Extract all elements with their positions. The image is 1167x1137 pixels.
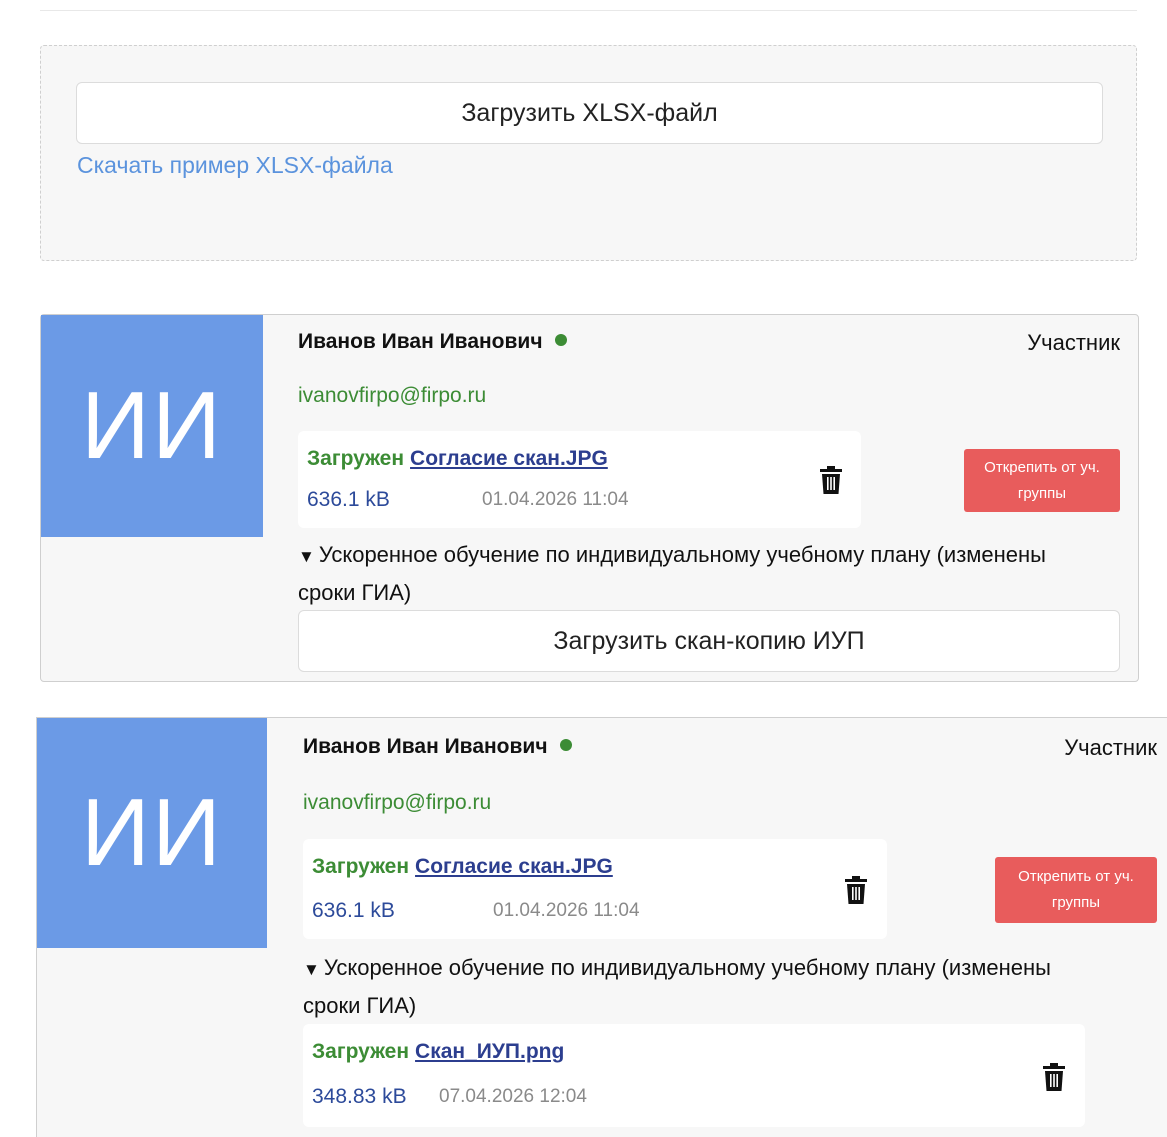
file-status: Загружен	[307, 447, 405, 470]
program-title-text: Ускоренное обучение по индивидуальному у…	[303, 955, 1051, 1018]
participant-name: Иванов Иван Иванович	[298, 330, 543, 353]
participant-name-row: Иванов Иван Иванович	[298, 330, 567, 354]
top-divider	[40, 10, 1137, 11]
avatar: ИИ	[37, 718, 267, 948]
program-title-text: Ускоренное обучение по индивидуальному у…	[298, 542, 1046, 605]
detach-button[interactable]: Открепить от уч. группы	[995, 857, 1157, 923]
participant-name-row: Иванов Иван Иванович	[303, 735, 572, 759]
trash-icon[interactable]	[820, 466, 842, 494]
file-size: 636.1 kB	[312, 899, 395, 922]
online-status-icon	[559, 739, 572, 752]
file-date: 01.04.2026 11:04	[493, 900, 640, 921]
consent-file-link[interactable]: Согласие скан.JPG	[410, 447, 608, 470]
program-title[interactable]: ▼ Ускоренное обучение по индивидуальному …	[298, 537, 1078, 611]
trash-icon[interactable]	[1043, 1063, 1065, 1091]
file-status-row: Загружен Согласие скан.JPG	[312, 855, 613, 879]
participant-email: ivanovfirpo@firpo.ru	[303, 791, 492, 814]
file-size: 348.83 kB	[312, 1085, 407, 1108]
file-size: 636.1 kB	[307, 488, 390, 511]
participant-role: Участник	[1027, 330, 1120, 355]
trash-icon[interactable]	[845, 876, 867, 904]
file-status-row: Загружен Скан_ИУП.png	[312, 1040, 564, 1064]
participant-email: ivanovfirpo@firpo.ru	[298, 384, 487, 407]
iup-file-link[interactable]: Скан_ИУП.png	[415, 1040, 564, 1063]
file-status-row: Загружен Согласие скан.JPG	[307, 447, 608, 471]
file-date: 07.04.2026 12:04	[439, 1086, 587, 1107]
upload-xlsx-button[interactable]: Загрузить XLSX-файл	[76, 82, 1103, 144]
file-status: Загружен	[312, 1040, 410, 1063]
file-date: 01.04.2026 11:04	[482, 489, 629, 510]
participant-role: Участник	[1064, 735, 1157, 760]
program-title[interactable]: ▼ Ускоренное обучение по индивидуальному …	[303, 950, 1093, 1024]
file-status: Загружен	[312, 855, 410, 878]
download-example-link[interactable]: Скачать пример XLSX-файла	[77, 152, 393, 179]
avatar: ИИ	[41, 315, 263, 537]
upload-iup-button[interactable]: Загрузить скан-копию ИУП	[298, 610, 1120, 672]
consent-file-item: Загружен Согласие скан.JPG 636.1 kB 01.04…	[303, 839, 887, 939]
participant-name: Иванов Иван Иванович	[303, 735, 548, 758]
online-status-icon	[554, 334, 567, 347]
caret-down-icon: ▼	[298, 547, 315, 566]
consent-file-item: Загружен Согласие скан.JPG 636.1 kB 01.04…	[298, 431, 861, 528]
consent-file-link[interactable]: Согласие скан.JPG	[415, 855, 613, 878]
participant-card: ИИ Иванов Иван Иванович Участник ivanovf…	[40, 314, 1139, 682]
detach-button[interactable]: Открепить от уч. группы	[964, 449, 1120, 512]
participant-card: ИИ Иванов Иван Иванович Участник ivanovf…	[36, 717, 1167, 1137]
iup-file-item: Загружен Скан_ИУП.png 348.83 kB 07.04.202…	[303, 1024, 1085, 1127]
xlsx-upload-panel: Загрузить XLSX-файл Скачать пример XLSX-…	[40, 45, 1137, 261]
caret-down-icon: ▼	[303, 960, 320, 979]
